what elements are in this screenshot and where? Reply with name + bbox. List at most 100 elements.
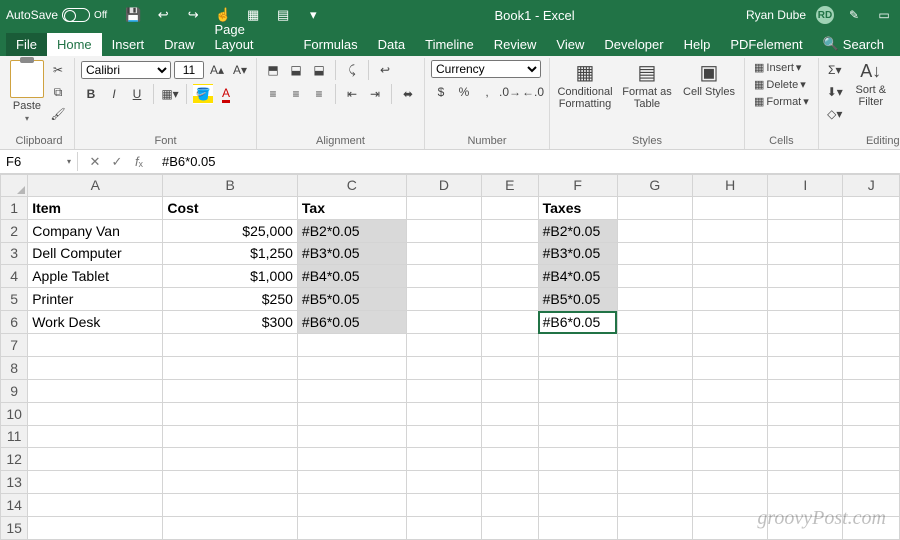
cell-G7[interactable] [617, 334, 692, 357]
conditional-formatting-button[interactable]: ▦ Conditional Formatting [556, 60, 614, 112]
tab-timeline[interactable]: Timeline [415, 33, 484, 56]
cell-B7[interactable] [163, 334, 297, 357]
insert-cells-button[interactable]: ▦ Insert ▾ [751, 60, 804, 75]
ribbon-options-icon[interactable]: ▭ [874, 5, 894, 25]
cell-E6[interactable] [482, 311, 539, 334]
row-header-10[interactable]: 10 [1, 402, 28, 425]
cell-G9[interactable] [617, 379, 692, 402]
cell-I7[interactable] [768, 334, 843, 357]
cell-H6[interactable] [693, 311, 768, 334]
cancel-formula-icon[interactable]: ✕ [86, 154, 104, 170]
cell-H2[interactable] [693, 219, 768, 242]
row-header-7[interactable]: 7 [1, 334, 28, 357]
cell-F15[interactable] [538, 517, 617, 540]
col-header-H[interactable]: H [693, 175, 768, 197]
borders-button[interactable]: ▦▾ [160, 84, 180, 104]
cell-E11[interactable] [482, 425, 539, 448]
row-header-13[interactable]: 13 [1, 471, 28, 494]
cell-E5[interactable] [482, 288, 539, 311]
cell-B6[interactable]: $300 [163, 311, 297, 334]
tab-pdfelement[interactable]: PDFelement [720, 33, 812, 56]
row-header-12[interactable]: 12 [1, 448, 28, 471]
cell-D2[interactable] [406, 219, 481, 242]
cell-A10[interactable] [28, 402, 163, 425]
cell-E10[interactable] [482, 402, 539, 425]
col-header-F[interactable]: F [538, 175, 617, 197]
cell-G14[interactable] [617, 494, 692, 517]
cell-G3[interactable] [617, 242, 692, 265]
cell-E13[interactable] [482, 471, 539, 494]
autosum-icon[interactable]: Σ▾ [825, 60, 845, 80]
cell-A7[interactable] [28, 334, 163, 357]
shrink-font-icon[interactable]: A▾ [230, 60, 250, 80]
tab-pagelayout[interactable]: Page Layout [205, 18, 294, 56]
cell-E7[interactable] [482, 334, 539, 357]
name-box[interactable]: F6 ▾ [0, 152, 78, 171]
col-header-A[interactable]: A [28, 175, 163, 197]
cell-E4[interactable] [482, 265, 539, 288]
cell-B4[interactable]: $1,000 [163, 265, 297, 288]
cell-A15[interactable] [28, 517, 163, 540]
cell-I3[interactable] [768, 242, 843, 265]
cell-F11[interactable] [538, 425, 617, 448]
cell-J4[interactable] [843, 265, 900, 288]
cell-C14[interactable] [297, 494, 406, 517]
cell-D7[interactable] [406, 334, 481, 357]
underline-button[interactable]: U [127, 84, 147, 104]
cell-F9[interactable] [538, 379, 617, 402]
cell-C12[interactable] [297, 448, 406, 471]
cell-G10[interactable] [617, 402, 692, 425]
cell-H13[interactable] [693, 471, 768, 494]
select-all-corner[interactable] [1, 175, 28, 197]
align-top-icon[interactable]: ⬒ [263, 60, 283, 80]
cell-D5[interactable] [406, 288, 481, 311]
cell-B12[interactable] [163, 448, 297, 471]
cell-I2[interactable] [768, 219, 843, 242]
cell-I10[interactable] [768, 402, 843, 425]
delete-cells-button[interactable]: ▦ Delete ▾ [751, 77, 809, 92]
save-icon[interactable]: 💾 [123, 5, 143, 25]
indent-increase-icon[interactable]: ⇥ [365, 84, 385, 104]
format-painter-icon[interactable]: 🖌 [48, 104, 68, 124]
cell-B15[interactable] [163, 517, 297, 540]
cell-B5[interactable]: $250 [163, 288, 297, 311]
cell-I5[interactable] [768, 288, 843, 311]
row-header-3[interactable]: 3 [1, 242, 28, 265]
fill-color-button[interactable]: 🪣 [193, 84, 213, 104]
cell-E3[interactable] [482, 242, 539, 265]
comma-icon[interactable]: , [477, 82, 497, 102]
cell-G4[interactable] [617, 265, 692, 288]
cell-C9[interactable] [297, 379, 406, 402]
cell-D11[interactable] [406, 425, 481, 448]
cell-D10[interactable] [406, 402, 481, 425]
undo-icon[interactable]: ↩ [153, 5, 173, 25]
number-format-select[interactable]: Currency [431, 60, 541, 78]
cell-A14[interactable] [28, 494, 163, 517]
cell-F2[interactable]: #B2*0.05 [538, 219, 617, 242]
tab-formulas[interactable]: Formulas [293, 33, 367, 56]
cell-C13[interactable] [297, 471, 406, 494]
cell-H12[interactable] [693, 448, 768, 471]
copy-icon[interactable]: ⧉ [48, 82, 68, 102]
col-header-B[interactable]: B [163, 175, 297, 197]
tab-file[interactable]: File [6, 33, 47, 56]
row-header-15[interactable]: 15 [1, 517, 28, 540]
cell-J6[interactable] [843, 311, 900, 334]
cell-F6[interactable]: #B6*0.05 [538, 311, 617, 334]
cell-F5[interactable]: #B5*0.05 [538, 288, 617, 311]
font-size-input[interactable] [174, 61, 204, 79]
cell-D9[interactable] [406, 379, 481, 402]
orientation-icon[interactable]: ⤹ [342, 60, 362, 80]
cell-C3[interactable]: #B3*0.05 [297, 242, 406, 265]
decrease-decimal-icon[interactable]: ←.0 [523, 82, 543, 102]
autosave-toggle[interactable]: AutoSave Off [6, 8, 107, 22]
bold-button[interactable]: B [81, 84, 101, 104]
cell-C4[interactable]: #B4*0.05 [297, 265, 406, 288]
cell-G6[interactable] [617, 311, 692, 334]
cell-A2[interactable]: Company Van [28, 219, 163, 242]
cell-E12[interactable] [482, 448, 539, 471]
cell-I13[interactable] [768, 471, 843, 494]
col-header-J[interactable]: J [843, 175, 900, 197]
cell-C10[interactable] [297, 402, 406, 425]
tab-view[interactable]: View [546, 33, 594, 56]
